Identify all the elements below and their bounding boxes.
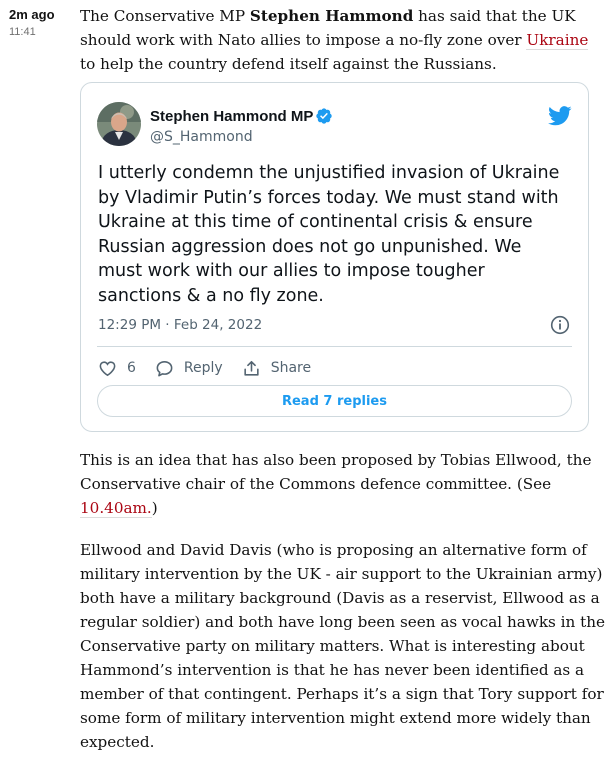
- avatar[interactable]: [97, 102, 141, 146]
- speech-bubble-icon: [156, 360, 173, 376]
- time-link[interactable]: 10.40am.: [80, 499, 152, 518]
- post-timestamp: 2m ago 11:41: [9, 7, 71, 41]
- tweet-actions: 6 Reply Share: [98, 357, 330, 379]
- heart-icon: [99, 360, 116, 376]
- info-icon[interactable]: [550, 315, 570, 335]
- like-button[interactable]: 6: [98, 359, 136, 378]
- ukraine-link[interactable]: Ukraine: [526, 31, 589, 50]
- intro-line-1: The Conservative MP Stephen Hammond has …: [80, 7, 576, 25]
- reply-label: Reply: [183, 360, 223, 376]
- intro-line-3: to help the country defend itself agains…: [80, 55, 497, 73]
- twitter-bird-icon[interactable]: [548, 105, 572, 127]
- tweet-divider: [97, 346, 572, 347]
- paragraph-2: This is an idea that has also been propo…: [80, 451, 592, 518]
- intro-paragraph: The Conservative MP Stephen Hammond has …: [80, 4, 595, 76]
- tweet-text: I utterly condemn the unjustified invasi…: [98, 163, 560, 306]
- reply-button[interactable]: Reply: [155, 359, 223, 378]
- verified-badge-icon: [316, 108, 333, 124]
- tweet-date-link[interactable]: 12:29 PM · Feb 24, 2022: [98, 317, 262, 333]
- paragraph-3: Ellwood and David Davis (who is proposin…: [80, 541, 605, 751]
- relative-time: 2m ago: [9, 7, 55, 22]
- intro-line-2: should work with Nato allies to impose a…: [80, 31, 589, 50]
- read-replies-button[interactable]: Read 7 replies: [97, 385, 572, 417]
- share-upload-icon: [244, 360, 259, 376]
- share-button[interactable]: Share: [242, 359, 311, 378]
- tweet-author-name[interactable]: Stephen Hammond MP: [150, 107, 333, 125]
- like-count: 6: [127, 360, 136, 376]
- tweet-author-handle[interactable]: @S_Hammond: [150, 129, 253, 145]
- clock-time: 11:41: [9, 26, 36, 38]
- mp-name: Stephen Hammond: [249, 7, 414, 25]
- embedded-tweet[interactable]: Stephen Hammond MP @S_Hammond I utterly …: [80, 82, 589, 432]
- share-label: Share: [270, 360, 312, 376]
